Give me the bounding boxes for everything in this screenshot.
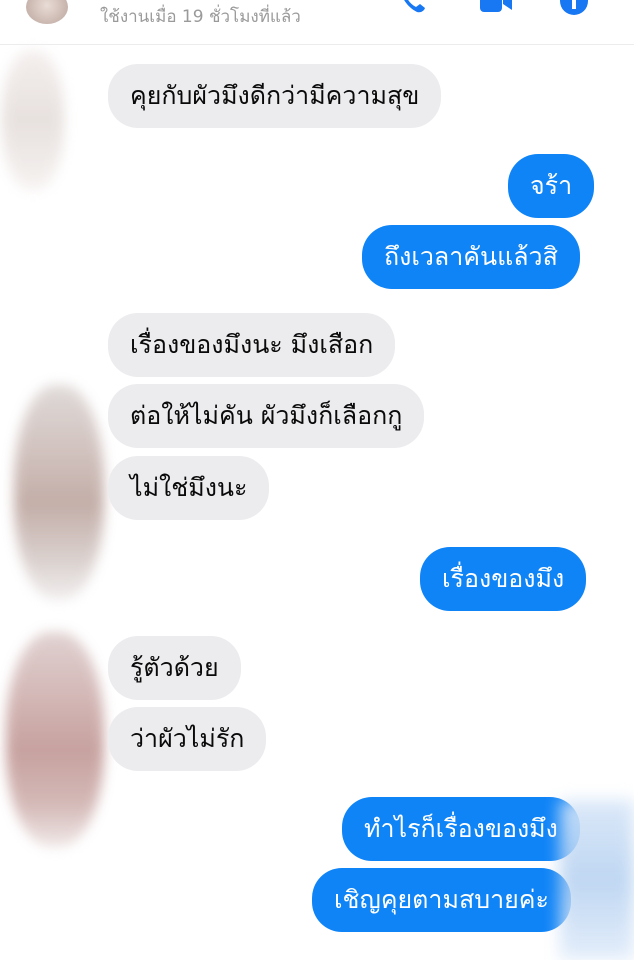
chat-header: ใช้งานเมื่อ 19 ชั่วโมงที่แล้ว [0,0,634,45]
message-bubble-incoming[interactable]: รู้ตัวด้วย [108,636,241,700]
info-icon[interactable] [558,0,590,16]
video-call-icon[interactable] [478,0,514,16]
message-bubble-incoming[interactable]: ไม่ใช่มึงนะ [108,456,270,520]
sender-avatar[interactable] [14,385,104,600]
message-bubble-outgoing[interactable]: ทำไรก็เรื่องของมึง [342,797,580,861]
sender-avatar[interactable] [6,632,104,847]
message-bubble-outgoing[interactable]: เชิญคุยตามสบายค่ะ [312,868,571,932]
contact-avatar[interactable] [26,0,68,24]
message-bubble-incoming[interactable]: ต่อให้ไม่คัน ผัวมึงก็เลือกกู [108,384,425,448]
message-bubble-incoming[interactable]: คุยกับผัวมึงดีกว่ามีความสุข [108,64,442,128]
sender-avatar[interactable] [2,50,64,190]
message-bubble-outgoing[interactable]: เรื่องของมึง [420,547,587,611]
message-bubble-outgoing[interactable]: จร้า [508,154,595,218]
message-bubble-incoming[interactable]: ว่าผัวไม่รัก [108,707,267,771]
last-active-status: ใช้งานเมื่อ 19 ชั่วโมงที่แล้ว [100,7,301,27]
message-bubble-incoming[interactable]: เรื่องของมึงนะ มึงเสือก [108,313,396,377]
phone-icon[interactable] [398,0,428,16]
message-bubble-outgoing[interactable]: ถึงเวลาคันแล้วสิ [362,225,580,289]
